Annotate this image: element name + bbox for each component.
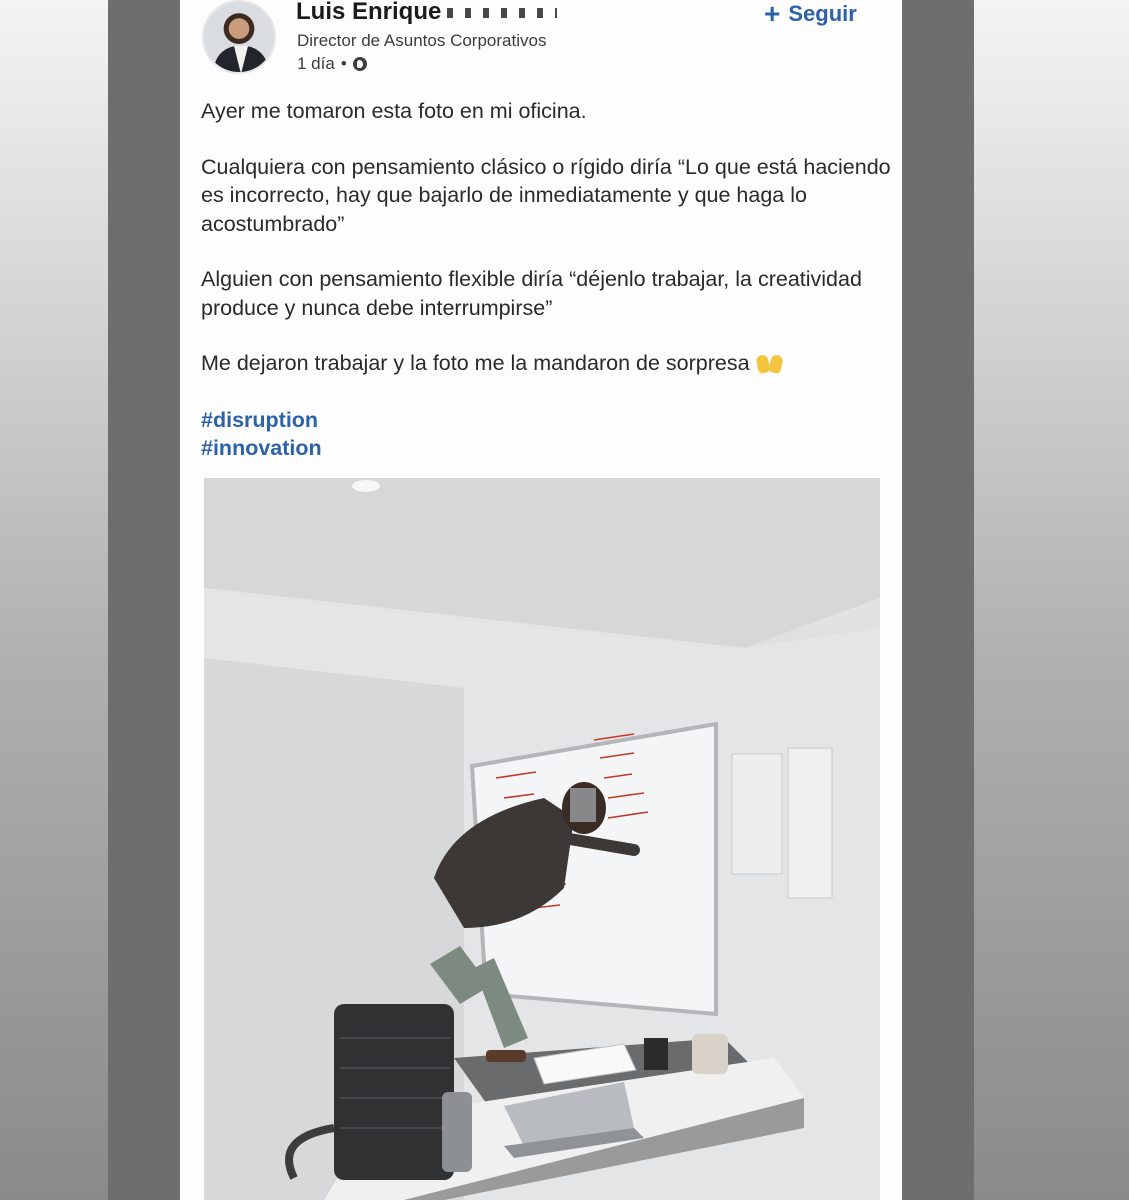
frame-border-left xyxy=(108,0,180,1200)
background-right xyxy=(974,0,1129,1200)
avatar[interactable] xyxy=(202,0,276,74)
post-time: 1 día xyxy=(297,54,335,73)
globe-icon xyxy=(352,57,367,71)
post-card: Luis Enrique Director de Asuntos Corpora… xyxy=(180,0,902,1200)
face-blur xyxy=(570,788,596,822)
office-chair xyxy=(334,1004,454,1180)
background-left xyxy=(0,0,108,1200)
frame-border-right xyxy=(902,0,974,1200)
plus-icon: + xyxy=(764,0,781,29)
person-shoe xyxy=(486,1050,526,1062)
meta-separator: • xyxy=(340,54,347,73)
hashtags: #disruption #innovation xyxy=(201,406,322,462)
hashtag-disruption[interactable]: #disruption xyxy=(201,406,322,434)
paragraph-with-emoji: Me dejaron trabajar y la foto me la mand… xyxy=(201,349,891,378)
post-meta: 1 día • xyxy=(297,54,367,74)
paragraph: Alguien con pensamiento flexible diría “… xyxy=(201,267,862,320)
author-name-text[interactable]: Luis Enrique xyxy=(296,0,441,25)
pen-holder xyxy=(644,1038,668,1070)
follow-label: Seguir xyxy=(788,1,857,26)
author-name[interactable]: Luis Enrique xyxy=(296,0,558,26)
decor-vase xyxy=(692,1034,728,1074)
author-headline: Director de Asuntos Corporativos xyxy=(297,31,547,50)
poster xyxy=(731,753,783,875)
thermos xyxy=(442,1092,472,1172)
office-photo xyxy=(204,478,880,1200)
post-text: Ayer me tomaron esta foto en mi oficina.… xyxy=(201,97,891,405)
hashtag-innovation[interactable]: #innovation xyxy=(201,434,322,462)
post-image[interactable] xyxy=(204,478,880,1200)
paragraph: Ayer me tomaron esta foto en mi oficina. xyxy=(201,99,587,123)
follow-button[interactable]: + Seguir xyxy=(764,0,857,28)
paragraph: Me dejaron trabajar y la foto me la mand… xyxy=(201,351,750,375)
paragraph: Cualquiera con pensamiento clásico o ríg… xyxy=(201,154,891,236)
raising-hands-icon xyxy=(756,350,784,374)
ceiling-light xyxy=(352,480,380,492)
poster xyxy=(787,747,833,899)
redacted-surname xyxy=(447,7,558,18)
